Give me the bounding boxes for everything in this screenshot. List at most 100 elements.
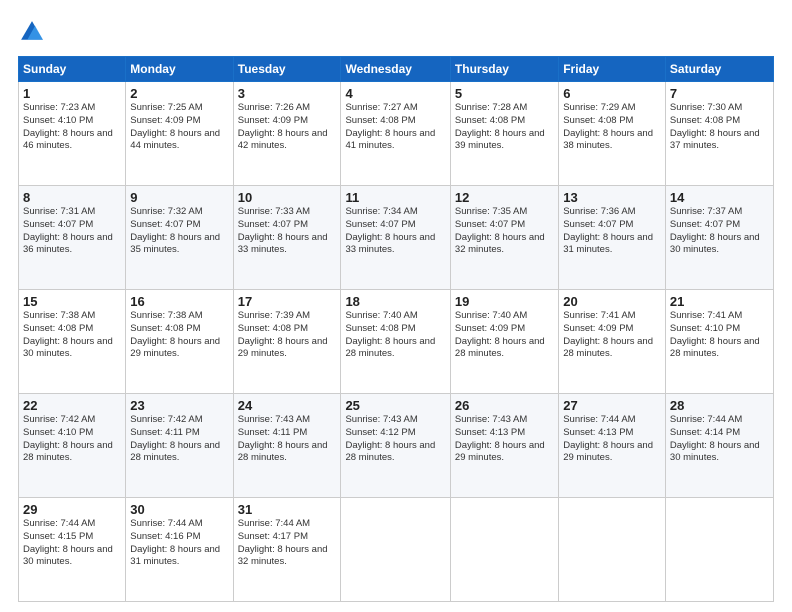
calendar-cell: [341, 498, 450, 602]
calendar: SundayMondayTuesdayWednesdayThursdayFrid…: [18, 56, 774, 602]
day-info: Sunrise: 7:38 AMSunset: 4:08 PMDaylight:…: [23, 310, 113, 359]
calendar-cell: 29 Sunrise: 7:44 AMSunset: 4:15 PMDaylig…: [19, 498, 126, 602]
calendar-cell: 15 Sunrise: 7:38 AMSunset: 4:08 PMDaylig…: [19, 290, 126, 394]
weekday-header-tuesday: Tuesday: [233, 57, 341, 82]
calendar-cell: 27 Sunrise: 7:44 AMSunset: 4:13 PMDaylig…: [559, 394, 666, 498]
day-info: Sunrise: 7:41 AMSunset: 4:10 PMDaylight:…: [670, 310, 760, 359]
weekday-header-friday: Friday: [559, 57, 666, 82]
logo: [18, 18, 50, 46]
week-row-5: 29 Sunrise: 7:44 AMSunset: 4:15 PMDaylig…: [19, 498, 774, 602]
day-number: 1: [23, 86, 121, 101]
week-row-1: 1 Sunrise: 7:23 AMSunset: 4:10 PMDayligh…: [19, 82, 774, 186]
day-number: 17: [238, 294, 337, 309]
day-info: Sunrise: 7:40 AMSunset: 4:09 PMDaylight:…: [455, 310, 545, 359]
day-number: 19: [455, 294, 554, 309]
day-number: 2: [130, 86, 228, 101]
calendar-cell: [559, 498, 666, 602]
day-info: Sunrise: 7:34 AMSunset: 4:07 PMDaylight:…: [345, 206, 435, 255]
weekday-header-monday: Monday: [126, 57, 233, 82]
day-info: Sunrise: 7:23 AMSunset: 4:10 PMDaylight:…: [23, 102, 113, 151]
day-info: Sunrise: 7:39 AMSunset: 4:08 PMDaylight:…: [238, 310, 328, 359]
day-number: 27: [563, 398, 661, 413]
day-info: Sunrise: 7:43 AMSunset: 4:12 PMDaylight:…: [345, 414, 435, 463]
day-number: 25: [345, 398, 445, 413]
day-number: 10: [238, 190, 337, 205]
calendar-cell: 22 Sunrise: 7:42 AMSunset: 4:10 PMDaylig…: [19, 394, 126, 498]
day-info: Sunrise: 7:29 AMSunset: 4:08 PMDaylight:…: [563, 102, 653, 151]
day-info: Sunrise: 7:41 AMSunset: 4:09 PMDaylight:…: [563, 310, 653, 359]
week-row-4: 22 Sunrise: 7:42 AMSunset: 4:10 PMDaylig…: [19, 394, 774, 498]
calendar-cell: 3 Sunrise: 7:26 AMSunset: 4:09 PMDayligh…: [233, 82, 341, 186]
calendar-cell: 5 Sunrise: 7:28 AMSunset: 4:08 PMDayligh…: [450, 82, 558, 186]
day-number: 7: [670, 86, 769, 101]
day-info: Sunrise: 7:40 AMSunset: 4:08 PMDaylight:…: [345, 310, 435, 359]
day-info: Sunrise: 7:27 AMSunset: 4:08 PMDaylight:…: [345, 102, 435, 151]
day-info: Sunrise: 7:43 AMSunset: 4:11 PMDaylight:…: [238, 414, 328, 463]
day-number: 11: [345, 190, 445, 205]
day-info: Sunrise: 7:36 AMSunset: 4:07 PMDaylight:…: [563, 206, 653, 255]
day-number: 18: [345, 294, 445, 309]
page: SundayMondayTuesdayWednesdayThursdayFrid…: [0, 0, 792, 612]
day-number: 24: [238, 398, 337, 413]
day-number: 29: [23, 502, 121, 517]
day-info: Sunrise: 7:30 AMSunset: 4:08 PMDaylight:…: [670, 102, 760, 151]
day-info: Sunrise: 7:37 AMSunset: 4:07 PMDaylight:…: [670, 206, 760, 255]
day-number: 15: [23, 294, 121, 309]
day-info: Sunrise: 7:44 AMSunset: 4:17 PMDaylight:…: [238, 518, 328, 567]
day-number: 21: [670, 294, 769, 309]
week-row-3: 15 Sunrise: 7:38 AMSunset: 4:08 PMDaylig…: [19, 290, 774, 394]
day-info: Sunrise: 7:42 AMSunset: 4:10 PMDaylight:…: [23, 414, 113, 463]
day-number: 16: [130, 294, 228, 309]
day-number: 9: [130, 190, 228, 205]
weekday-header-sunday: Sunday: [19, 57, 126, 82]
weekday-header-saturday: Saturday: [665, 57, 773, 82]
day-number: 6: [563, 86, 661, 101]
logo-icon: [18, 18, 46, 46]
day-info: Sunrise: 7:44 AMSunset: 4:15 PMDaylight:…: [23, 518, 113, 567]
calendar-cell: [450, 498, 558, 602]
calendar-cell: 23 Sunrise: 7:42 AMSunset: 4:11 PMDaylig…: [126, 394, 233, 498]
calendar-cell: 8 Sunrise: 7:31 AMSunset: 4:07 PMDayligh…: [19, 186, 126, 290]
week-row-2: 8 Sunrise: 7:31 AMSunset: 4:07 PMDayligh…: [19, 186, 774, 290]
day-info: Sunrise: 7:35 AMSunset: 4:07 PMDaylight:…: [455, 206, 545, 255]
day-info: Sunrise: 7:44 AMSunset: 4:14 PMDaylight:…: [670, 414, 760, 463]
calendar-cell: 11 Sunrise: 7:34 AMSunset: 4:07 PMDaylig…: [341, 186, 450, 290]
day-number: 13: [563, 190, 661, 205]
calendar-cell: 7 Sunrise: 7:30 AMSunset: 4:08 PMDayligh…: [665, 82, 773, 186]
calendar-cell: 17 Sunrise: 7:39 AMSunset: 4:08 PMDaylig…: [233, 290, 341, 394]
day-number: 26: [455, 398, 554, 413]
calendar-cell: 19 Sunrise: 7:40 AMSunset: 4:09 PMDaylig…: [450, 290, 558, 394]
calendar-cell: 25 Sunrise: 7:43 AMSunset: 4:12 PMDaylig…: [341, 394, 450, 498]
calendar-cell: 16 Sunrise: 7:38 AMSunset: 4:08 PMDaylig…: [126, 290, 233, 394]
day-number: 4: [345, 86, 445, 101]
calendar-cell: 31 Sunrise: 7:44 AMSunset: 4:17 PMDaylig…: [233, 498, 341, 602]
calendar-cell: 26 Sunrise: 7:43 AMSunset: 4:13 PMDaylig…: [450, 394, 558, 498]
day-info: Sunrise: 7:42 AMSunset: 4:11 PMDaylight:…: [130, 414, 220, 463]
calendar-cell: 30 Sunrise: 7:44 AMSunset: 4:16 PMDaylig…: [126, 498, 233, 602]
day-info: Sunrise: 7:32 AMSunset: 4:07 PMDaylight:…: [130, 206, 220, 255]
day-info: Sunrise: 7:28 AMSunset: 4:08 PMDaylight:…: [455, 102, 545, 151]
day-info: Sunrise: 7:33 AMSunset: 4:07 PMDaylight:…: [238, 206, 328, 255]
calendar-cell: 1 Sunrise: 7:23 AMSunset: 4:10 PMDayligh…: [19, 82, 126, 186]
day-info: Sunrise: 7:31 AMSunset: 4:07 PMDaylight:…: [23, 206, 113, 255]
calendar-cell: [665, 498, 773, 602]
day-number: 23: [130, 398, 228, 413]
day-info: Sunrise: 7:44 AMSunset: 4:16 PMDaylight:…: [130, 518, 220, 567]
calendar-cell: 10 Sunrise: 7:33 AMSunset: 4:07 PMDaylig…: [233, 186, 341, 290]
calendar-cell: 6 Sunrise: 7:29 AMSunset: 4:08 PMDayligh…: [559, 82, 666, 186]
header: [18, 18, 774, 46]
day-info: Sunrise: 7:44 AMSunset: 4:13 PMDaylight:…: [563, 414, 653, 463]
day-number: 3: [238, 86, 337, 101]
calendar-cell: 2 Sunrise: 7:25 AMSunset: 4:09 PMDayligh…: [126, 82, 233, 186]
day-number: 5: [455, 86, 554, 101]
calendar-cell: 24 Sunrise: 7:43 AMSunset: 4:11 PMDaylig…: [233, 394, 341, 498]
day-number: 30: [130, 502, 228, 517]
calendar-cell: 20 Sunrise: 7:41 AMSunset: 4:09 PMDaylig…: [559, 290, 666, 394]
calendar-cell: 9 Sunrise: 7:32 AMSunset: 4:07 PMDayligh…: [126, 186, 233, 290]
day-number: 22: [23, 398, 121, 413]
day-info: Sunrise: 7:25 AMSunset: 4:09 PMDaylight:…: [130, 102, 220, 151]
day-number: 31: [238, 502, 337, 517]
day-info: Sunrise: 7:38 AMSunset: 4:08 PMDaylight:…: [130, 310, 220, 359]
day-number: 12: [455, 190, 554, 205]
calendar-cell: 12 Sunrise: 7:35 AMSunset: 4:07 PMDaylig…: [450, 186, 558, 290]
